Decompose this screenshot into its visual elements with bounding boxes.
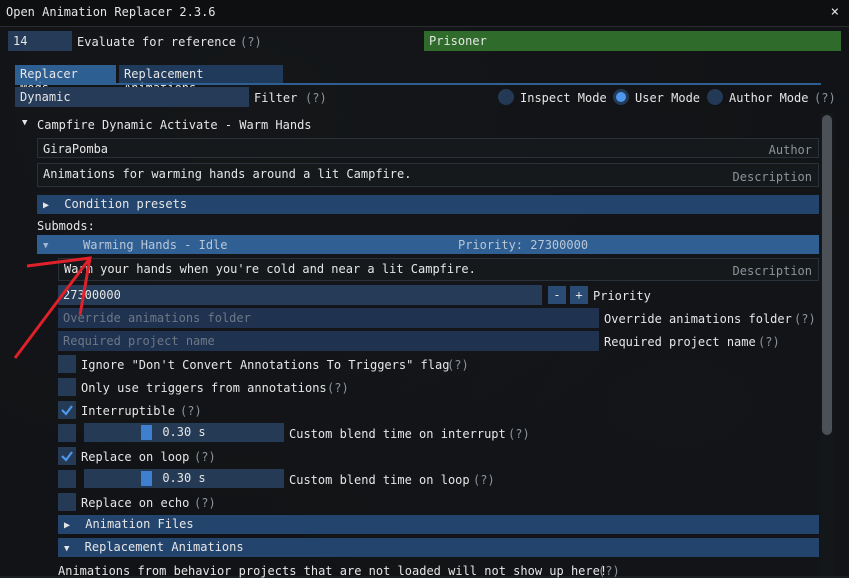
evaluate-help-icon[interactable]: (?) bbox=[240, 35, 262, 49]
submod-header[interactable]: ▼ Warming Hands - Idle Priority: 2730000… bbox=[37, 235, 819, 254]
mod-description-field[interactable]: Animations for warming hands around a li… bbox=[37, 163, 819, 187]
blend-interrupt-label: Custom blend time on interrupt bbox=[289, 427, 506, 441]
condition-presets-header[interactable]: ▶ Condition presets bbox=[37, 195, 819, 214]
mod-description-tag: Description bbox=[732, 170, 812, 184]
checkmark-icon bbox=[61, 405, 73, 416]
project-name-label: Required project name bbox=[604, 335, 756, 349]
replace-on-echo-help-icon[interactable]: (?) bbox=[194, 496, 216, 510]
blend-loop-checkbox[interactable] bbox=[58, 470, 76, 488]
override-folder-placeholder: Override animations folder bbox=[63, 311, 251, 325]
blend-loop-slider[interactable]: 0.30 s bbox=[84, 469, 284, 488]
project-name-help-icon[interactable]: (?) bbox=[758, 335, 780, 349]
filter-help-icon[interactable]: (?) bbox=[305, 91, 327, 105]
priority-decrease-button[interactable]: - bbox=[548, 286, 566, 304]
reference-id-input[interactable]: 14 bbox=[8, 31, 72, 51]
project-name-input[interactable]: Required project name bbox=[58, 331, 599, 351]
blend-interrupt-slider[interactable]: 0.30 s bbox=[84, 423, 284, 442]
blend-interrupt-help-icon[interactable]: (?) bbox=[508, 427, 530, 441]
interruptible-help-icon[interactable]: (?) bbox=[180, 404, 202, 418]
animation-files-collapsed-icon: ▶ bbox=[64, 520, 71, 531]
main-window: Open Animation Replacer 2.3.6 × 14 Evalu… bbox=[0, 0, 849, 578]
blend-interrupt-checkbox[interactable] bbox=[58, 424, 76, 442]
author-tag: Author bbox=[768, 143, 812, 157]
user-mode-label: User Mode bbox=[635, 91, 701, 105]
override-folder-input[interactable]: Override animations folder bbox=[58, 308, 599, 328]
submod-priority-header: Priority: 27300000 bbox=[458, 238, 589, 252]
submods-label: Submods: bbox=[37, 219, 95, 233]
blend-interrupt-value: 0.30 s bbox=[162, 425, 206, 439]
annotation-triggers-checkbox[interactable] bbox=[58, 378, 76, 396]
replacement-animations-expanded-icon: ▼ bbox=[64, 544, 70, 554]
condition-presets-collapsed-icon: ▶ bbox=[43, 200, 50, 211]
ignore-flag-label: Ignore "Don't Convert Annotations To Tri… bbox=[81, 358, 450, 372]
project-name-placeholder: Required project name bbox=[63, 334, 215, 348]
inspect-mode-label: Inspect Mode bbox=[520, 91, 607, 105]
replacement-animations-header[interactable]: ▼ Replacement Animations bbox=[58, 538, 819, 557]
author-mode-radio[interactable] bbox=[707, 89, 723, 105]
mode-help-icon[interactable]: (?) bbox=[814, 91, 836, 105]
blend-loop-value: 0.30 s bbox=[162, 471, 206, 485]
author-value: GiraPomba bbox=[43, 142, 109, 156]
scrollbar-thumb[interactable] bbox=[822, 115, 832, 435]
priority-increase-button[interactable]: + bbox=[570, 286, 588, 304]
author-mode-label: Author Mode bbox=[729, 91, 809, 105]
override-folder-label: Override animations folder bbox=[604, 312, 792, 326]
submod-description-field[interactable]: Warm your hands when you're cold and nea… bbox=[58, 258, 819, 281]
interruptible-label: Interruptible bbox=[81, 404, 175, 418]
submod-description-value: Warm your hands when you're cold and nea… bbox=[64, 262, 476, 276]
evaluate-label: Evaluate for reference bbox=[77, 35, 236, 49]
checkmark-icon bbox=[61, 451, 73, 462]
priority-label: Priority bbox=[593, 289, 651, 303]
submod-name: Warming Hands - Idle bbox=[83, 238, 228, 252]
submod-description-tag: Description bbox=[732, 264, 812, 278]
inspect-mode-radio[interactable] bbox=[498, 89, 514, 105]
ignore-flag-checkbox[interactable] bbox=[58, 355, 76, 373]
blend-loop-label: Custom blend time on loop bbox=[289, 473, 470, 487]
filter-input[interactable]: Dynamic bbox=[15, 87, 249, 107]
replace-on-echo-label: Replace on echo bbox=[81, 496, 190, 510]
annotation-triggers-help-icon[interactable]: (?) bbox=[327, 381, 349, 395]
blend-loop-help-icon[interactable]: (?) bbox=[473, 473, 495, 487]
submod-expanded-icon: ▼ bbox=[43, 241, 49, 251]
tab-replacer-mods[interactable]: Replacer Mods bbox=[15, 65, 116, 95]
animation-files-header[interactable]: ▶ Animation Files bbox=[58, 515, 819, 534]
replace-on-loop-help-icon[interactable]: (?) bbox=[194, 450, 216, 464]
replace-on-echo-checkbox[interactable] bbox=[58, 493, 76, 511]
priority-input[interactable]: 27300000 bbox=[58, 285, 542, 305]
evaluation-result: Prisoner bbox=[424, 31, 841, 51]
replace-on-loop-checkbox[interactable] bbox=[58, 447, 76, 465]
mod-description-value: Animations for warming hands around a li… bbox=[43, 167, 412, 181]
override-folder-help-icon[interactable]: (?) bbox=[794, 312, 816, 326]
filter-label: Filter bbox=[254, 91, 298, 105]
interruptible-checkbox[interactable] bbox=[58, 401, 76, 419]
ignore-flag-help-icon[interactable]: (?) bbox=[447, 358, 469, 372]
condition-presets-label: Condition presets bbox=[64, 197, 188, 211]
replace-on-loop-label: Replace on loop bbox=[81, 450, 190, 464]
tab-replacement-animations[interactable]: Replacement Animations bbox=[119, 65, 283, 95]
user-mode-radio[interactable] bbox=[613, 89, 629, 105]
author-field[interactable]: GiraPomba Author bbox=[37, 138, 819, 158]
replacement-animations-label: Replacement Animations bbox=[84, 540, 244, 554]
window-title: Open Animation Replacer 2.3.6 bbox=[6, 5, 216, 19]
annotation-triggers-label: Only use triggers from annotations bbox=[81, 381, 327, 395]
mod-expanded-icon[interactable]: ▼ bbox=[22, 118, 27, 128]
close-icon[interactable]: × bbox=[831, 4, 839, 20]
mod-title[interactable]: Campfire Dynamic Activate - Warm Hands bbox=[37, 118, 312, 132]
animation-files-label: Animation Files bbox=[85, 517, 194, 531]
tab-underline bbox=[15, 83, 821, 85]
vertical-scrollbar[interactable] bbox=[820, 113, 834, 576]
title-bar[interactable]: Open Animation Replacer 2.3.6 × bbox=[0, 0, 849, 27]
